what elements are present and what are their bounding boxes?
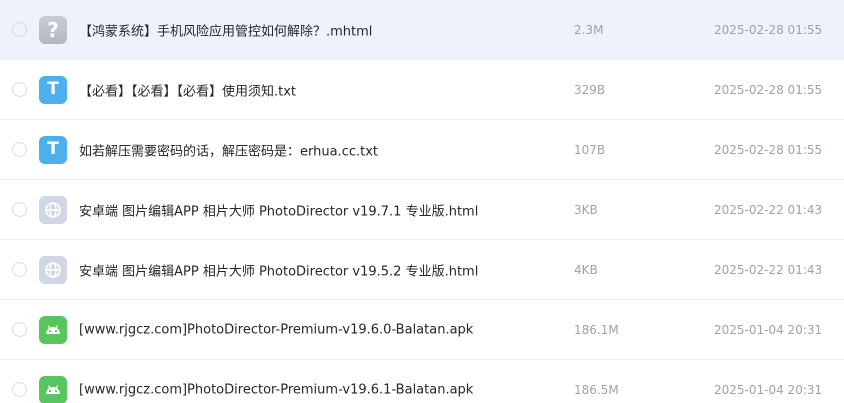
row-checkbox[interactable] [12,21,27,37]
android-icon-graphic [46,324,60,334]
file-row[interactable]: [www.rjgcz.com]PhotoDirector-Premium-v19… [0,360,844,403]
file-size: 329B [574,82,606,97]
globe-icon-graphic [45,261,61,278]
text-file-icon: T [39,135,67,164]
file-date: 2025-02-22 01:43 [714,202,823,217]
android-icon [39,315,67,344]
globe-icon-graphic [45,201,61,218]
file-size: 186.1M [574,322,619,337]
row-checkbox[interactable] [12,141,27,157]
file-date: 2025-02-28 01:55 [714,142,823,157]
file-size: 4KB [574,262,598,277]
file-size: 3KB [574,202,598,217]
row-checkbox[interactable] [12,201,27,217]
file-row[interactable]: ? 【鸿蒙系统】手机风险应用管控如何解除？.mhtml 2.3M 2025-02… [0,0,844,60]
file-name[interactable]: [www.rjgcz.com]PhotoDirector-Premium-v19… [79,322,473,337]
file-list: ? 【鸿蒙系统】手机风险应用管控如何解除？.mhtml 2.3M 2025-02… [0,0,844,403]
icon-glyph: T [47,139,59,159]
unknown-file-icon: ? [39,15,67,44]
file-date: 2025-02-28 01:55 [714,82,823,97]
file-name[interactable]: 【鸿蒙系统】手机风险应用管控如何解除？.mhtml [79,20,372,39]
file-size: 107B [574,142,606,157]
file-name[interactable]: [www.rjgcz.com]PhotoDirector-Premium-v19… [79,383,473,398]
file-name[interactable]: 安卓端 图片编辑APP 相片大师 PhotoDirector v19.5.2 专… [79,260,478,279]
text-file-icon: T [39,75,67,104]
file-row[interactable]: 安卓端 图片编辑APP 相片大师 PhotoDirector v19.5.2 专… [0,240,844,300]
row-checkbox[interactable] [12,261,27,277]
file-row[interactable]: [www.rjgcz.com]PhotoDirector-Premium-v19… [0,300,844,360]
file-size: 2.3M [574,22,604,37]
row-checkbox[interactable] [12,382,27,397]
icon-glyph: T [47,79,59,99]
file-date: 2025-02-22 01:43 [714,262,823,277]
file-row[interactable]: T 【必看】【必看】【必看】使用须知.txt 329B 2025-02-28 0… [0,60,844,120]
file-size: 186.5M [574,383,619,397]
globe-icon [39,195,67,224]
file-name[interactable]: 【必看】【必看】【必看】使用须知.txt [79,80,296,99]
file-row[interactable]: 安卓端 图片编辑APP 相片大师 PhotoDirector v19.7.1 专… [0,180,844,240]
file-date: 2025-01-04 20:31 [714,322,823,337]
file-date: 2025-01-04 20:31 [714,383,823,397]
file-row[interactable]: T 如若解压需要密码的话，解压密码是：erhua.cc.txt 107B 202… [0,120,844,180]
row-checkbox[interactable] [12,321,27,337]
android-icon-graphic [46,385,60,394]
file-name[interactable]: 如若解压需要密码的话，解压密码是：erhua.cc.txt [79,140,378,159]
icon-glyph: ? [47,17,59,42]
file-name[interactable]: 安卓端 图片编辑APP 相片大师 PhotoDirector v19.7.1 专… [79,200,478,219]
file-date: 2025-02-28 01:55 [714,22,823,37]
globe-icon [39,255,67,284]
row-checkbox[interactable] [12,81,27,97]
android-icon [39,376,67,403]
